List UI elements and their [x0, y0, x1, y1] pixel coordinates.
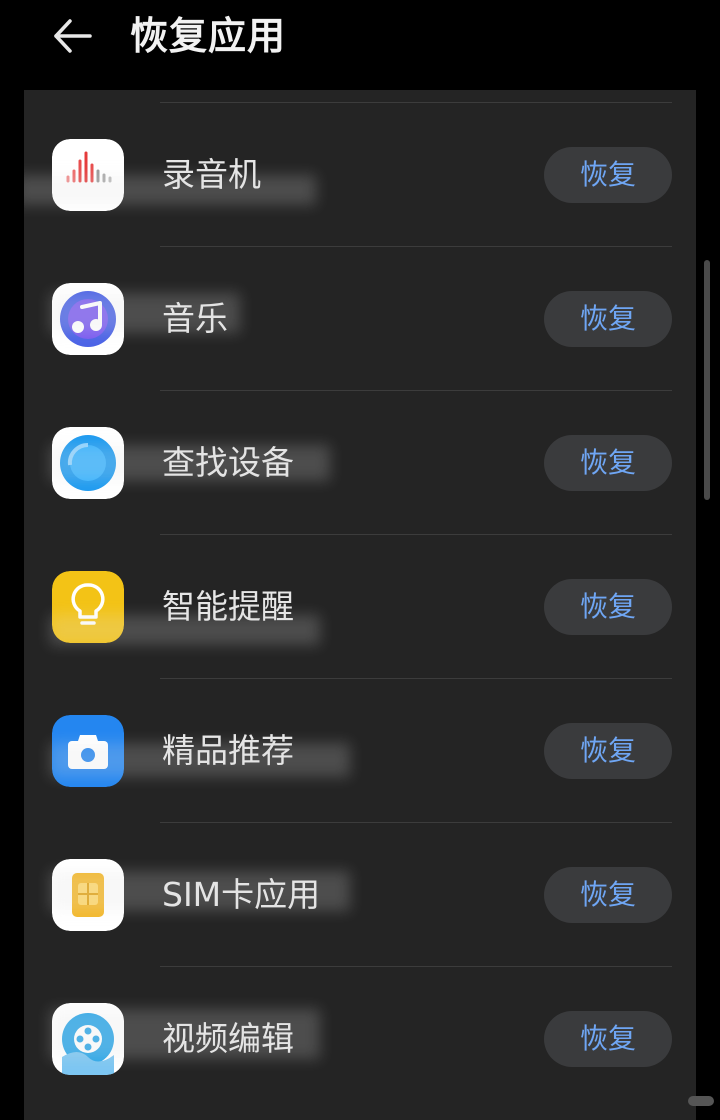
- restore-button[interactable]: 恢复: [544, 1011, 672, 1067]
- scrollbar[interactable]: [704, 260, 710, 500]
- find-device-icon: [52, 427, 124, 499]
- restore-button[interactable]: 恢复: [544, 867, 672, 923]
- header-bar: 恢复应用: [0, 0, 720, 88]
- list-item-music: 音乐 恢复: [24, 247, 696, 391]
- list-item-recommendations: 精品推荐 恢复: [24, 679, 696, 823]
- list-item-recorder: 录音机 恢复: [24, 103, 696, 247]
- smart-reminder-icon: [52, 571, 124, 643]
- sim-card-icon: [52, 859, 124, 931]
- app-list: 录音机 恢复 音乐 恢复 查找设备 恢复 智能提醒 恢复 精品推荐 恢复 SIM…: [24, 90, 696, 1120]
- app-name: 智能提醒: [162, 587, 294, 626]
- restore-button[interactable]: 恢复: [544, 435, 672, 491]
- list-item-video-editor: 视频编辑 恢复: [24, 967, 696, 1111]
- list-item-smart-reminder: 智能提醒 恢复: [24, 535, 696, 679]
- app-name: 音乐: [162, 299, 228, 338]
- watermark-badge: [688, 1096, 714, 1106]
- recommendations-icon: [52, 715, 124, 787]
- back-button[interactable]: [44, 10, 100, 62]
- restore-button[interactable]: 恢复: [544, 147, 672, 203]
- music-icon: [52, 283, 124, 355]
- arrow-left-icon: [54, 19, 92, 53]
- list-item-find-device: 查找设备 恢复: [24, 391, 696, 535]
- restore-button[interactable]: 恢复: [544, 291, 672, 347]
- list-item-sim-card: SIM卡应用 恢复: [24, 823, 696, 967]
- app-name: 视频编辑: [162, 1019, 294, 1058]
- app-name: 查找设备: [162, 443, 294, 482]
- page-title: 恢复应用: [130, 14, 287, 58]
- app-name: 精品推荐: [162, 731, 294, 770]
- app-name: SIM卡应用: [162, 875, 321, 914]
- recorder-icon: [52, 139, 124, 211]
- app-name: 录音机: [162, 155, 261, 194]
- restore-button[interactable]: 恢复: [544, 723, 672, 779]
- video-editor-icon: [52, 1003, 124, 1075]
- restore-button[interactable]: 恢复: [544, 579, 672, 635]
